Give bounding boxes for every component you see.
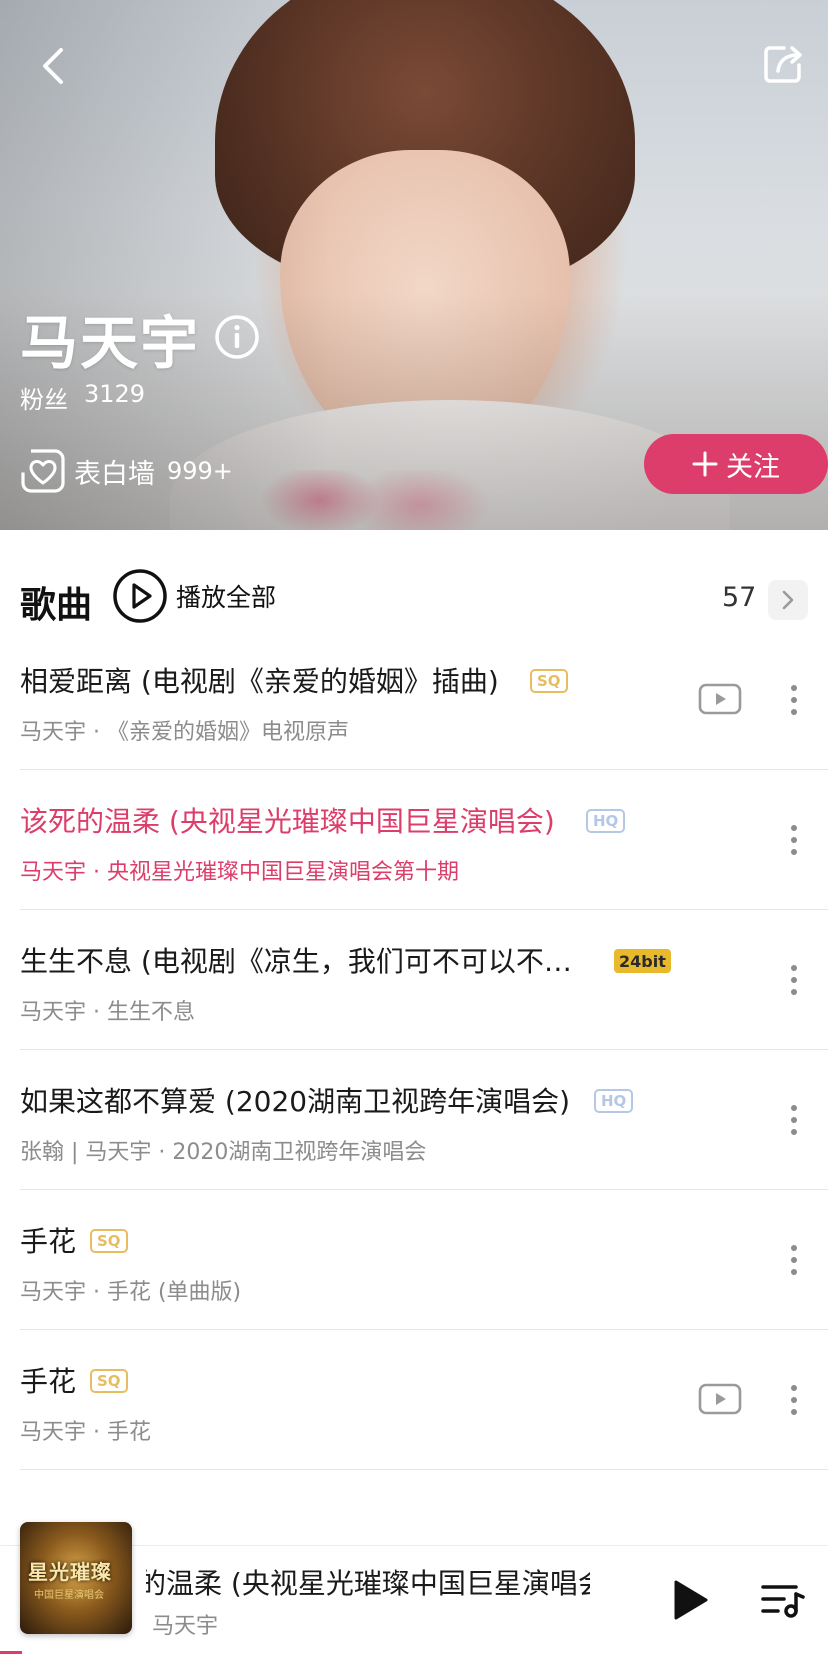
now-playing-album-art[interactable]: 星光璀璨 中国巨星演唱会 bbox=[20, 1522, 132, 1634]
song-subtitle: 马天宇 · 《亲爱的婚姻》电视原声 bbox=[20, 720, 349, 745]
now-playing-title-text: 该死的温柔 (央视星光璀璨中国巨星演唱会) bbox=[146, 1567, 590, 1600]
song-row[interactable]: 如果这都不算爱 (2020湖南卫视跨年演唱会) HQ 张翰 | 马天宇 · 2020… bbox=[0, 1050, 828, 1190]
chevron-left-icon bbox=[43, 48, 63, 84]
artist-hero: 马天宇 粉丝 3129 表白墙 999+ 关注 bbox=[0, 0, 828, 530]
confession-wall-button[interactable]: 表白墙 999+ bbox=[20, 448, 233, 494]
song-list-more-button[interactable] bbox=[768, 580, 808, 620]
follow-button[interactable]: 关注 bbox=[644, 434, 828, 494]
artist-info-button[interactable] bbox=[214, 314, 260, 360]
quality-badge: SQ bbox=[90, 1229, 128, 1253]
quality-badge: 24bit bbox=[614, 949, 671, 973]
song-title: 该死的温柔 (央视星光璀璨中国巨星演唱会) bbox=[20, 805, 555, 838]
play-all-label: 播放全部 bbox=[176, 583, 277, 612]
more-options-icon[interactable] bbox=[780, 1100, 808, 1140]
song-row[interactable]: 生生不息 (电视剧《凉生，我们可不可以不… 24bit 马天宇 · 生生不息 bbox=[0, 910, 828, 1050]
more-options-icon[interactable] bbox=[780, 1240, 808, 1280]
share-icon bbox=[764, 46, 802, 83]
heart-wall-icon bbox=[21, 449, 65, 493]
wall-label: 表白墙 bbox=[74, 458, 155, 490]
song-title: 手花 bbox=[20, 1365, 77, 1398]
play-button[interactable] bbox=[668, 1578, 712, 1622]
now-playing-title: 该死的温柔 (央视星光璀璨中国巨星演唱会)该死的温柔 (央视星光璀璨中国巨星演唱… bbox=[146, 1562, 590, 1602]
song-title: 相爱距离 (电视剧《亲爱的婚姻》插曲) bbox=[20, 665, 499, 698]
more-options-icon[interactable] bbox=[780, 680, 808, 720]
song-subtitle: 马天宇 · 央视星光璀璨中国巨星演唱会第十期 bbox=[20, 860, 459, 885]
back-button[interactable] bbox=[24, 36, 84, 96]
chevron-right-icon bbox=[782, 590, 794, 610]
song-row[interactable]: 手花 SQ 马天宇 · 手花 (单曲版) bbox=[0, 1190, 828, 1330]
plus-icon bbox=[692, 451, 718, 477]
quality-badge: SQ bbox=[530, 669, 568, 693]
play-icon bbox=[674, 1580, 708, 1620]
play-all-button[interactable]: 播放全部 bbox=[112, 568, 276, 624]
song-row[interactable]: 相爱距离 (电视剧《亲爱的婚姻》插曲) SQ 马天宇 · 《亲爱的婚姻》电视原声 bbox=[0, 630, 828, 770]
song-subtitle: 马天宇 · 生生不息 bbox=[20, 1000, 195, 1025]
share-button[interactable] bbox=[756, 36, 812, 92]
song-subtitle: 马天宇 · 手花 bbox=[20, 1420, 151, 1445]
song-subtitle: 张翰 | 马天宇 · 2020湖南卫视跨年演唱会 bbox=[20, 1140, 427, 1165]
songs-section-title: 歌曲 bbox=[20, 585, 93, 626]
song-row[interactable]: 该死的温柔 (央视星光璀璨中国巨星演唱会) HQ 马天宇 · 央视星光璀璨中国巨星演… bbox=[0, 770, 828, 910]
quality-badge: HQ bbox=[586, 809, 626, 833]
album-art-title: 星光璀璨 bbox=[28, 1560, 112, 1584]
playlist-queue-button[interactable] bbox=[760, 1578, 806, 1622]
album-art-subtitle: 中国巨星演唱会 bbox=[34, 1590, 104, 1601]
quality-badge: HQ bbox=[594, 1089, 634, 1113]
song-title: 手花 bbox=[20, 1225, 77, 1258]
wall-count: 999+ bbox=[167, 457, 233, 485]
follow-label: 关注 bbox=[726, 451, 780, 483]
now-playing-artist: 马天宇 bbox=[152, 1614, 219, 1639]
mv-video-icon[interactable] bbox=[698, 682, 742, 716]
song-title: 生生不息 (电视剧《凉生，我们可不可以不… bbox=[20, 945, 572, 978]
more-options-icon[interactable] bbox=[780, 820, 808, 860]
play-circle-icon bbox=[113, 569, 167, 623]
info-icon bbox=[215, 315, 259, 359]
playback-progress[interactable] bbox=[0, 1651, 23, 1654]
row-divider bbox=[20, 1469, 828, 1470]
song-title: 如果这都不算爱 (2020湖南卫视跨年演唱会) bbox=[20, 1085, 571, 1118]
artist-name: 马天宇 bbox=[20, 309, 201, 377]
quality-badge: SQ bbox=[90, 1369, 128, 1393]
fans-count: 3129 bbox=[84, 380, 146, 408]
song-subtitle: 马天宇 · 手花 (单曲版) bbox=[20, 1280, 242, 1305]
more-options-icon[interactable] bbox=[780, 1380, 808, 1420]
song-row[interactable]: 手花 SQ 马天宇 · 手花 bbox=[0, 1330, 828, 1470]
song-list: 相爱距离 (电视剧《亲爱的婚姻》插曲) SQ 马天宇 · 《亲爱的婚姻》电视原声该死… bbox=[0, 630, 828, 1470]
playlist-music-icon bbox=[761, 1585, 805, 1618]
songs-header: 歌曲 播放全部 57 bbox=[0, 560, 828, 638]
fans-label: 粉丝 bbox=[20, 386, 68, 414]
more-options-icon[interactable] bbox=[780, 960, 808, 1000]
song-count: 57 bbox=[722, 582, 757, 613]
fans-info: 粉丝 3129 bbox=[20, 380, 145, 415]
mv-video-icon[interactable] bbox=[698, 1382, 742, 1416]
